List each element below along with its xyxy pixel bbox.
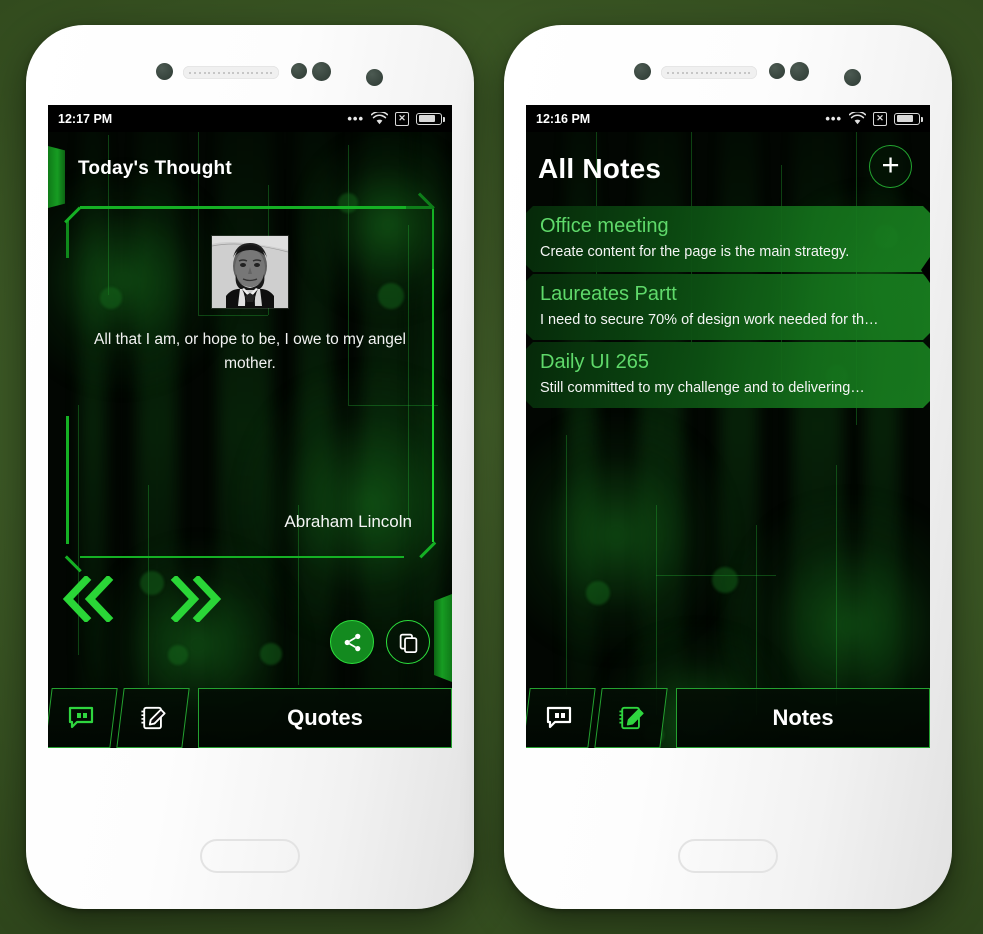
front-camera-icon bbox=[844, 69, 861, 86]
card-corner-bottom-right bbox=[419, 540, 436, 558]
card-border-right-lower bbox=[431, 269, 434, 542]
status-bar: 12:17 PM ••• ✕ bbox=[48, 105, 452, 132]
note-title: Daily UI 265 bbox=[540, 351, 649, 373]
left-edge-tab[interactable] bbox=[48, 146, 65, 208]
card-corner-top-left bbox=[64, 206, 81, 224]
status-icons: ••• ✕ bbox=[347, 110, 445, 126]
note-title: Office meeting bbox=[540, 215, 669, 237]
nav-active-label-cell: Notes bbox=[676, 688, 930, 748]
wifi-icon bbox=[371, 112, 388, 125]
quote-card-wrapper: All that I am, or hope to be, I owe to m… bbox=[48, 192, 452, 572]
page-title: All Notes bbox=[538, 153, 662, 184]
sensor-dot-icon bbox=[312, 62, 331, 81]
sensor-dot-icon bbox=[634, 63, 651, 80]
app-header-quotes: Today's Thought bbox=[48, 132, 452, 208]
note-body: Still committed to my challenge and to d… bbox=[540, 380, 865, 396]
nav-active-label: Quotes bbox=[287, 705, 363, 730]
quote-bubble-icon bbox=[546, 706, 572, 729]
notepad-pencil-icon bbox=[618, 706, 644, 730]
quote-bubble-icon bbox=[68, 706, 94, 729]
copy-button[interactable] bbox=[386, 620, 430, 664]
front-camera-icon bbox=[366, 69, 383, 86]
nav-tab-quotes[interactable] bbox=[48, 688, 118, 748]
note-title: Laureates Partt bbox=[540, 283, 677, 305]
note-body: Create content for the page is the main … bbox=[540, 244, 850, 260]
status-more-dots-icon: ••• bbox=[825, 110, 842, 126]
share-icon bbox=[344, 633, 360, 651]
battery-icon bbox=[894, 112, 923, 125]
card-border-right-upper bbox=[431, 209, 434, 269]
sensor-dot-icon bbox=[291, 63, 307, 79]
card-border-left-lower bbox=[66, 416, 69, 544]
no-sim-icon: ✕ bbox=[873, 111, 887, 126]
earpiece-speaker bbox=[661, 66, 757, 79]
home-button[interactable] bbox=[200, 839, 300, 873]
no-sim-icon: ✕ bbox=[395, 111, 409, 126]
share-button[interactable] bbox=[330, 620, 374, 664]
bottom-nav-quotes: Quotes bbox=[48, 688, 452, 748]
home-button[interactable] bbox=[678, 839, 778, 873]
notes-list: Office meeting Create content for the pa… bbox=[526, 206, 930, 408]
list-item[interactable]: Daily UI 265 Still committed to my chall… bbox=[526, 342, 930, 408]
earpiece-speaker bbox=[183, 66, 279, 79]
sensor-dot-icon bbox=[156, 63, 173, 80]
card-border-top bbox=[80, 206, 406, 209]
card-border-left-upper bbox=[66, 220, 69, 258]
screen-quotes: 12:17 PM ••• ✕ Today's Thought All that … bbox=[48, 105, 452, 748]
note-body: I need to secure 70% of design work need… bbox=[540, 312, 879, 328]
previous-quote-button[interactable] bbox=[62, 576, 116, 622]
phone-device-quotes: 12:17 PM ••• ✕ Today's Thought All that … bbox=[26, 25, 474, 909]
quote-controls bbox=[48, 558, 452, 682]
screen-notes: 12:16 PM ••• ✕ All Notes + Office meetin… bbox=[526, 105, 930, 748]
author-portrait bbox=[212, 236, 288, 308]
right-edge-tab[interactable] bbox=[434, 594, 452, 682]
list-item[interactable]: Laureates Partt I need to secure 70% of … bbox=[526, 274, 930, 340]
nav-active-label-cell: Quotes bbox=[198, 688, 452, 748]
notepad-pencil-icon bbox=[140, 706, 166, 730]
status-icons: ••• ✕ bbox=[825, 110, 923, 126]
next-quote-button[interactable] bbox=[168, 576, 222, 622]
phone-top-hardware bbox=[504, 62, 952, 89]
wifi-icon bbox=[849, 112, 866, 125]
phone-top-hardware bbox=[26, 62, 474, 89]
quote-author: Abraham Lincoln bbox=[284, 512, 412, 531]
nav-active-label: Notes bbox=[772, 705, 834, 730]
sensor-dot-icon bbox=[790, 62, 809, 81]
app-header-notes: All Notes + bbox=[526, 132, 930, 206]
page-title: Today's Thought bbox=[78, 158, 232, 179]
nav-tab-notes[interactable] bbox=[594, 688, 668, 748]
battery-icon bbox=[416, 112, 445, 125]
sensor-dot-icon bbox=[769, 63, 785, 79]
nav-tab-notes[interactable] bbox=[116, 688, 190, 748]
add-note-plus-icon: + bbox=[881, 147, 900, 182]
quote-text: All that I am, or hope to be, I owe to m… bbox=[94, 331, 406, 373]
quote-card: All that I am, or hope to be, I owe to m… bbox=[64, 192, 436, 572]
phone-device-notes: 12:16 PM ••• ✕ All Notes + Office meetin… bbox=[504, 25, 952, 909]
status-more-dots-icon: ••• bbox=[347, 110, 364, 126]
list-item[interactable]: Office meeting Create content for the pa… bbox=[526, 206, 930, 272]
add-note-button[interactable]: + bbox=[869, 145, 912, 188]
copy-icon bbox=[399, 633, 417, 653]
status-time: 12:16 PM bbox=[536, 111, 591, 126]
status-bar: 12:16 PM ••• ✕ bbox=[526, 105, 930, 132]
status-time: 12:17 PM bbox=[58, 111, 113, 126]
bottom-nav-notes: Notes bbox=[526, 688, 930, 748]
nav-tab-quotes[interactable] bbox=[526, 688, 596, 748]
